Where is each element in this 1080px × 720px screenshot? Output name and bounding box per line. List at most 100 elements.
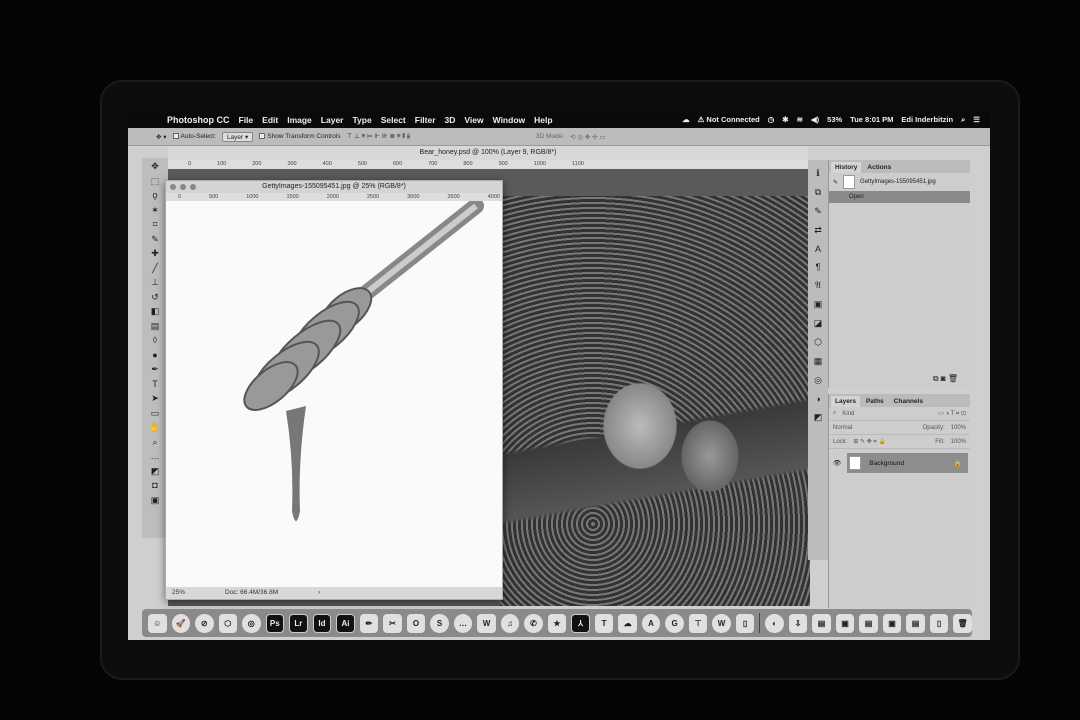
lock-icons[interactable]: ⊞ ✎ ✥ ⌗ 🔒 bbox=[853, 438, 886, 446]
menu-3d[interactable]: 3D bbox=[445, 115, 456, 125]
history-brush-icon[interactable]: ↺ bbox=[151, 291, 159, 304]
cloud-icon[interactable]: ☁ bbox=[682, 115, 690, 125]
dodge-icon[interactable]: ● bbox=[152, 349, 157, 362]
dock-acrobat[interactable]: ⅄ bbox=[571, 613, 590, 633]
glyphs-icon[interactable]: 𝔄 bbox=[815, 280, 821, 291]
minimize-button[interactable] bbox=[180, 184, 186, 190]
dock-exif[interactable]: ⬡ bbox=[218, 613, 237, 633]
tab-history[interactable]: History bbox=[831, 162, 862, 173]
adjust-icon[interactable]: ⇄ bbox=[814, 225, 822, 236]
dock-app-store[interactable]: A bbox=[641, 613, 661, 633]
quick-mask-icon[interactable]: ◘ bbox=[152, 479, 157, 492]
more-tools-icon[interactable]: … bbox=[151, 450, 160, 463]
path-select-icon[interactable]: ➤ bbox=[151, 392, 159, 405]
crop-tool-icon[interactable]: ⌗ bbox=[152, 218, 157, 231]
tab-layers[interactable]: Layers bbox=[831, 396, 860, 407]
show-transform-checkbox[interactable]: Show Transform Controls bbox=[259, 133, 341, 140]
dock-bookmarks[interactable]: ★ bbox=[547, 613, 567, 633]
dock-photoshop[interactable]: Ps bbox=[265, 613, 285, 633]
menu-edit[interactable]: Edit bbox=[262, 115, 278, 125]
menu-view[interactable]: View bbox=[464, 115, 483, 125]
brush-icon[interactable]: ╱ bbox=[152, 262, 157, 275]
brush-settings-icon[interactable]: ✎ bbox=[814, 206, 822, 217]
dock-chrome[interactable]: ◎ bbox=[242, 613, 261, 633]
cc-icon[interactable]: ◎ bbox=[814, 375, 822, 386]
dock-grammarly[interactable]: G bbox=[665, 613, 684, 633]
notification-icon[interactable]: ☰ bbox=[973, 115, 980, 125]
dock-downloads[interactable]: ⇩ bbox=[788, 613, 808, 633]
lasso-tool-icon[interactable]: ϙ bbox=[152, 189, 157, 202]
bluetooth-icon[interactable]: ✱ bbox=[782, 115, 788, 125]
marquee-tool-icon[interactable]: ⬚ bbox=[151, 175, 160, 188]
menu-image[interactable]: Image bbox=[287, 115, 312, 125]
auto-select-checkbox[interactable]: Auto-Select: bbox=[172, 133, 216, 140]
menu-filter[interactable]: Filter bbox=[415, 115, 436, 125]
dock-outlook[interactable]: O bbox=[406, 613, 426, 633]
close-button[interactable] bbox=[170, 184, 176, 190]
dock-teams[interactable]: T bbox=[594, 613, 614, 633]
dock-onedrive[interactable]: ☁ bbox=[618, 613, 637, 633]
dock-pencil[interactable]: ✏ bbox=[359, 613, 379, 633]
time-machine-icon[interactable]: ◷ bbox=[768, 115, 775, 125]
dock-messages[interactable]: … bbox=[453, 613, 473, 633]
dock-preview[interactable]: ✂ bbox=[383, 613, 402, 633]
menu-app[interactable]: Photoshop CC bbox=[167, 115, 230, 125]
battery-percent[interactable]: 53% bbox=[827, 115, 842, 125]
hand-icon[interactable]: ✋ bbox=[149, 421, 160, 434]
layer-row[interactable]: 👁 Background 🔒 bbox=[833, 453, 968, 473]
pen-icon[interactable]: ✒ bbox=[151, 363, 159, 376]
shape-icon[interactable]: ▭ bbox=[151, 407, 160, 420]
grid-icon[interactable]: ▦ bbox=[814, 356, 823, 367]
fill-value[interactable]: 100% bbox=[951, 439, 966, 445]
menu-window[interactable]: Window bbox=[493, 115, 526, 125]
libraries-icon[interactable]: ▣ bbox=[814, 299, 823, 310]
eye-icon[interactable]: 👁 bbox=[833, 459, 841, 467]
adjustments-icon[interactable]: ◑ bbox=[815, 394, 820, 404]
blur-icon[interactable]: ◊ bbox=[153, 334, 157, 347]
dock-globe[interactable]: ◐ bbox=[765, 613, 784, 633]
dock-file-5[interactable]: ▤ bbox=[906, 613, 925, 633]
dock-lightroom[interactable]: Lr bbox=[289, 613, 308, 633]
color-swatch-icon[interactable]: ◩ bbox=[151, 465, 160, 478]
dock-file-2[interactable]: ▣ bbox=[835, 613, 855, 633]
paragraph-icon[interactable]: ¶ bbox=[816, 262, 821, 272]
character-icon[interactable]: A bbox=[815, 244, 821, 254]
menu-layer[interactable]: Layer bbox=[321, 115, 344, 125]
properties-icon[interactable]: ⧉ bbox=[815, 187, 821, 198]
styles-icon[interactable]: ◩ bbox=[814, 412, 823, 423]
clock[interactable]: Tue 8:01 PM bbox=[850, 115, 893, 125]
align-icons[interactable]: ⊤ ⊥ ≡ ⊨ ⊩ ⊪ ≣ ≡ ⫴ ⫵ bbox=[347, 132, 410, 141]
dock-file-6[interactable]: ▯ bbox=[929, 613, 949, 633]
menu-file[interactable]: File bbox=[239, 115, 254, 125]
trash-icon[interactable]: 🗑 bbox=[948, 374, 958, 383]
screen-mode-icon[interactable]: ▣ bbox=[151, 494, 160, 507]
tab-paths[interactable]: Paths bbox=[862, 396, 888, 407]
dock-file-4[interactable]: ▣ bbox=[882, 613, 902, 633]
history-snapshot[interactable]: ✎ GettyImages-155095451.jpg bbox=[829, 173, 970, 191]
eraser-icon[interactable]: ◧ bbox=[151, 305, 160, 318]
camera-icon[interactable]: ◙ bbox=[941, 374, 946, 383]
move-tool-icon[interactable]: ✥ bbox=[151, 160, 159, 173]
menu-type[interactable]: Type bbox=[352, 115, 371, 125]
wifi-icon[interactable]: ≋ bbox=[797, 115, 803, 125]
info-icon[interactable]: ℹ bbox=[816, 168, 819, 179]
dock-w-app[interactable]: W bbox=[712, 613, 731, 633]
dock-notes[interactable]: ▯ bbox=[735, 613, 755, 633]
3d-icon[interactable]: ⬡ bbox=[814, 337, 822, 348]
getty-title-bar[interactable]: GettyImages-155095451.jpg @ 25% (RGB/8*) bbox=[166, 181, 502, 193]
dock-itunes[interactable]: ♫ bbox=[500, 613, 520, 633]
volume-icon[interactable]: ◀) bbox=[811, 115, 819, 125]
dock-whatsapp[interactable]: ✆ bbox=[524, 613, 543, 633]
3d-mode-icons[interactable]: ⟲ ◎ ✥ ✣ ▭ bbox=[570, 133, 605, 141]
healing-icon[interactable]: ✚ bbox=[151, 247, 159, 260]
eyedropper-icon[interactable]: ✎ bbox=[151, 233, 159, 246]
dock-file-1[interactable]: ▤ bbox=[812, 613, 831, 633]
doc-size[interactable]: Doc: 66.4M/36.8M bbox=[225, 587, 278, 599]
dock-safari[interactable]: ⊘ bbox=[195, 613, 214, 633]
opacity-value[interactable]: 100% bbox=[951, 425, 966, 431]
dock-indesign[interactable]: Id bbox=[312, 613, 332, 633]
stamp-icon[interactable]: ⊥ bbox=[151, 276, 159, 289]
menu-select[interactable]: Select bbox=[381, 115, 406, 125]
type-tool-icon[interactable]: T bbox=[152, 378, 158, 391]
connection-status[interactable]: ⚠ Not Connected bbox=[698, 115, 760, 125]
